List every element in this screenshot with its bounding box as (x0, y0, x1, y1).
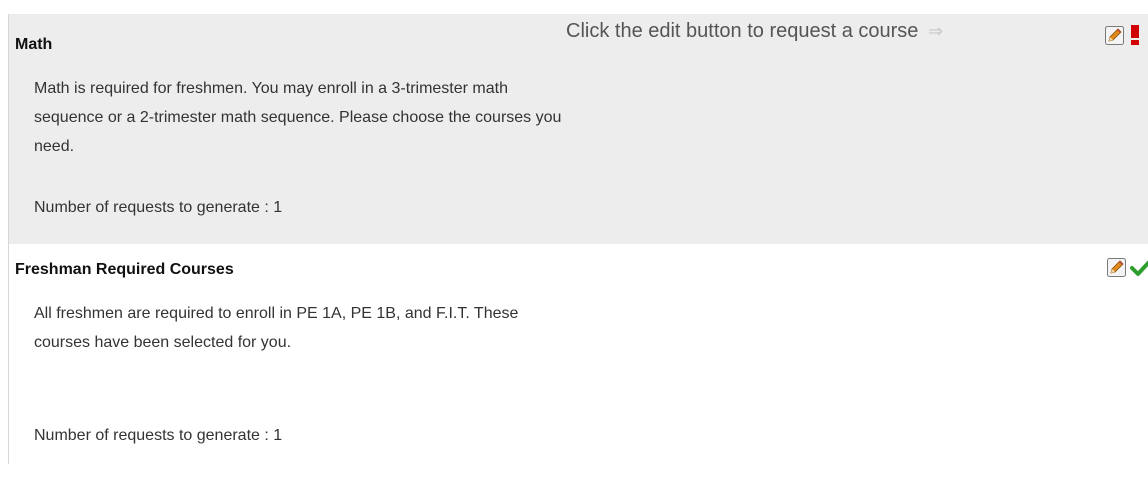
exclamation-icon (1129, 24, 1141, 46)
section-title: Freshman Required Courses (15, 261, 234, 278)
course-group-freshman-required: Freshman Required Courses All freshmen a… (9, 244, 1148, 464)
course-group-math: Math Math is required for freshmen. You … (9, 14, 1148, 244)
right-arrow-icon: ⇒ (927, 21, 944, 41)
course-request-page: Math Math is required for freshmen. You … (0, 0, 1148, 477)
section-description: All freshmen are required to enroll in P… (34, 305, 519, 351)
requests-count: Number of requests to generate : 1 (34, 199, 283, 216)
edit-button[interactable] (1105, 26, 1124, 45)
section-description: Math is required for freshmen. You may e… (34, 80, 562, 155)
edit-hint: Click the edit button to request a cours… (566, 20, 943, 43)
checkmark-icon (1130, 258, 1148, 278)
pencil-edit-icon (1105, 26, 1124, 45)
edit-hint-text: Click the edit button to request a cours… (566, 20, 919, 42)
pencil-edit-icon (1107, 258, 1126, 277)
requests-count: Number of requests to generate : 1 (34, 427, 283, 444)
edit-button[interactable] (1107, 258, 1126, 277)
section-title: Math (15, 36, 53, 53)
